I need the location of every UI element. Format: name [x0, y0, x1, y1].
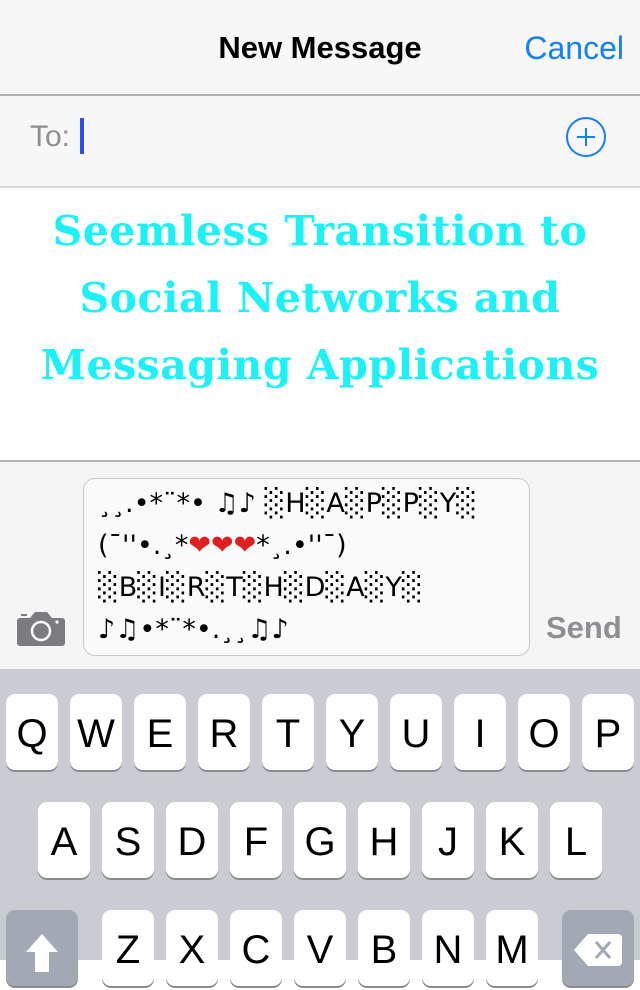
key-s[interactable]: S: [102, 802, 154, 878]
key-u[interactable]: U: [390, 694, 442, 770]
key-w[interactable]: W: [70, 694, 122, 770]
shift-arrow-icon: [26, 934, 58, 972]
key-f[interactable]: F: [230, 802, 282, 878]
camera-button[interactable]: [16, 610, 66, 646]
heart-icon: ❤: [188, 530, 212, 561]
heart-icon: ❤: [211, 530, 234, 561]
key-x[interactable]: X: [166, 910, 218, 986]
key-o[interactable]: O: [518, 694, 570, 770]
add-contact-button[interactable]: [566, 117, 606, 157]
promo-line: Seemless Transition to: [52, 207, 588, 255]
recipient-input[interactable]: [80, 118, 540, 156]
key-z[interactable]: Z: [102, 910, 154, 986]
key-e[interactable]: E: [134, 694, 186, 770]
message-line: ♪♫•*¨*•.¸¸♫♪: [98, 614, 289, 645]
message-composer: ¸¸.•*¨*• ♫♪ ░H░A░P░P░Y░ (¯''•.¸*❤❤❤*¸.•'…: [0, 460, 640, 671]
shift-key[interactable]: [6, 910, 78, 986]
key-d[interactable]: D: [166, 802, 218, 878]
message-line: ░B░I░R░T░H░D░A░Y░: [98, 572, 423, 603]
promo-banner: Seemless Transition to Social Networks a…: [0, 198, 640, 399]
key-a[interactable]: A: [38, 802, 90, 878]
key-y[interactable]: Y: [326, 694, 378, 770]
key-l[interactable]: L: [550, 802, 602, 878]
key-q[interactable]: Q: [6, 694, 58, 770]
key-v[interactable]: V: [294, 910, 346, 986]
key-g[interactable]: G: [294, 802, 346, 878]
nav-bar: New Message Cancel: [0, 0, 640, 96]
message-line: ¸¸.•*¨*• ♫♪ ░H░A░P░P░Y░: [98, 488, 477, 519]
heart-icon: ❤: [233, 530, 257, 561]
key-b[interactable]: B: [358, 910, 410, 986]
key-k[interactable]: K: [486, 802, 538, 878]
key-r[interactable]: R: [198, 694, 250, 770]
keyboard: QWERTYUIOP ASDFGHJKL ZXCVBNM: [0, 669, 640, 986]
text-cursor: [80, 118, 84, 154]
delete-key[interactable]: [562, 910, 634, 986]
key-j[interactable]: J: [422, 802, 474, 878]
key-m[interactable]: M: [486, 910, 538, 986]
key-n[interactable]: N: [422, 910, 474, 986]
promo-line: Messaging Applications: [40, 341, 600, 389]
key-c[interactable]: C: [230, 910, 282, 986]
recipient-label: To:: [30, 120, 71, 153]
message-input[interactable]: ¸¸.•*¨*• ♫♪ ░H░A░P░P░Y░ (¯''•.¸*❤❤❤*¸.•'…: [83, 478, 530, 656]
recipient-row: To:: [0, 96, 640, 188]
promo-line: Social Networks and: [79, 274, 561, 322]
key-t[interactable]: T: [262, 694, 314, 770]
key-h[interactable]: H: [358, 802, 410, 878]
key-p[interactable]: P: [582, 694, 634, 770]
send-button[interactable]: Send: [546, 610, 622, 646]
camera-icon: [17, 612, 65, 646]
backspace-icon: [574, 934, 622, 966]
key-i[interactable]: I: [454, 694, 506, 770]
message-line: (¯''•.¸*❤❤❤*¸.•''¯): [98, 530, 347, 561]
cancel-button[interactable]: Cancel: [524, 30, 624, 67]
